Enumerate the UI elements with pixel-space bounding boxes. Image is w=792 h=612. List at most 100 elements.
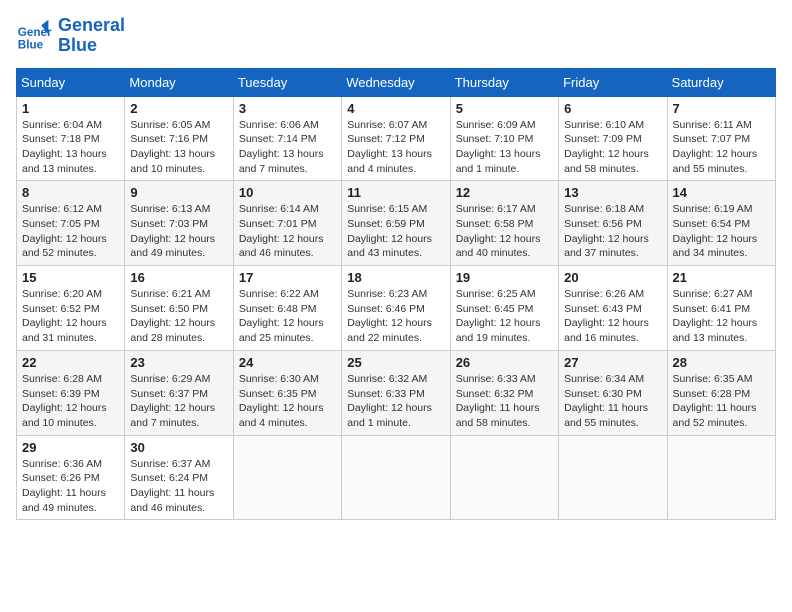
calendar-cell: 12 Sunrise: 6:17 AM Sunset: 6:58 PM Dayli… bbox=[450, 181, 558, 266]
day-info: Sunrise: 6:37 AM Sunset: 6:24 PM Dayligh… bbox=[130, 457, 227, 516]
calendar-cell: 14 Sunrise: 6:19 AM Sunset: 6:54 PM Dayli… bbox=[667, 181, 775, 266]
day-info: Sunrise: 6:11 AM Sunset: 7:07 PM Dayligh… bbox=[673, 118, 770, 177]
calendar-cell: 20Sunrise: 6:26 AM Sunset: 6:43 PM Dayli… bbox=[559, 266, 667, 351]
calendar-week-4: 22 Sunrise: 6:28 AM Sunset: 6:39 PM Dayli… bbox=[17, 350, 776, 435]
calendar-cell: 24Sunrise: 6:30 AM Sunset: 6:35 PM Dayli… bbox=[233, 350, 341, 435]
day-info: Sunrise: 6:04 AM Sunset: 7:18 PM Dayligh… bbox=[22, 118, 119, 177]
day-number: 22 bbox=[22, 355, 119, 370]
calendar-cell: 4 Sunrise: 6:07 AM Sunset: 7:12 PM Daylig… bbox=[342, 96, 450, 181]
day-info: Sunrise: 6:05 AM Sunset: 7:16 PM Dayligh… bbox=[130, 118, 227, 177]
day-info: Sunrise: 6:19 AM Sunset: 6:54 PM Dayligh… bbox=[673, 202, 770, 261]
calendar-cell: 30 Sunrise: 6:37 AM Sunset: 6:24 PM Dayli… bbox=[125, 435, 233, 520]
day-info: Sunrise: 6:29 AM Sunset: 6:37 PM Dayligh… bbox=[130, 372, 227, 431]
day-number: 27 bbox=[564, 355, 661, 370]
day-info: Sunrise: 6:35 AM Sunset: 6:28 PM Dayligh… bbox=[673, 372, 770, 431]
day-info: Sunrise: 6:21 AM Sunset: 6:50 PM Dayligh… bbox=[130, 287, 227, 346]
calendar-cell: 28 Sunrise: 6:35 AM Sunset: 6:28 PM Dayli… bbox=[667, 350, 775, 435]
day-info: Sunrise: 6:25 AM Sunset: 6:45 PM Dayligh… bbox=[456, 287, 553, 346]
day-number: 18 bbox=[347, 270, 444, 285]
day-number: 11 bbox=[347, 185, 444, 200]
day-info: Sunrise: 6:09 AM Sunset: 7:10 PM Dayligh… bbox=[456, 118, 553, 177]
day-number: 23 bbox=[130, 355, 227, 370]
calendar-cell: 7 Sunrise: 6:11 AM Sunset: 7:07 PM Daylig… bbox=[667, 96, 775, 181]
calendar-cell: 18Sunrise: 6:23 AM Sunset: 6:46 PM Dayli… bbox=[342, 266, 450, 351]
day-number: 1 bbox=[22, 101, 119, 116]
day-info: Sunrise: 6:26 AM Sunset: 6:43 PM Dayligh… bbox=[564, 287, 661, 346]
day-number: 14 bbox=[673, 185, 770, 200]
day-number: 17 bbox=[239, 270, 336, 285]
calendar-cell: 5 Sunrise: 6:09 AM Sunset: 7:10 PM Daylig… bbox=[450, 96, 558, 181]
calendar-cell: 16 Sunrise: 6:21 AM Sunset: 6:50 PM Dayli… bbox=[125, 266, 233, 351]
day-info: Sunrise: 6:32 AM Sunset: 6:33 PM Dayligh… bbox=[347, 372, 444, 431]
day-number: 2 bbox=[130, 101, 227, 116]
calendar-cell: 10 Sunrise: 6:14 AM Sunset: 7:01 PM Dayli… bbox=[233, 181, 341, 266]
day-number: 9 bbox=[130, 185, 227, 200]
day-info: Sunrise: 6:12 AM Sunset: 7:05 PM Dayligh… bbox=[22, 202, 119, 261]
day-info: Sunrise: 6:36 AM Sunset: 6:26 PM Dayligh… bbox=[22, 457, 119, 516]
calendar-week-2: 8 Sunrise: 6:12 AM Sunset: 7:05 PM Daylig… bbox=[17, 181, 776, 266]
calendar-cell: 1 Sunrise: 6:04 AM Sunset: 7:18 PM Daylig… bbox=[17, 96, 125, 181]
col-header-friday: Friday bbox=[559, 68, 667, 96]
day-number: 26 bbox=[456, 355, 553, 370]
calendar-header: SundayMondayTuesdayWednesdayThursdayFrid… bbox=[17, 68, 776, 96]
calendar-cell: 15 Sunrise: 6:20 AM Sunset: 6:52 PM Dayli… bbox=[17, 266, 125, 351]
calendar-cell: 25Sunrise: 6:32 AM Sunset: 6:33 PM Dayli… bbox=[342, 350, 450, 435]
day-info: Sunrise: 6:15 AM Sunset: 6:59 PM Dayligh… bbox=[347, 202, 444, 261]
calendar-cell: 17Sunrise: 6:22 AM Sunset: 6:48 PM Dayli… bbox=[233, 266, 341, 351]
day-number: 28 bbox=[673, 355, 770, 370]
calendar-cell: 19 Sunrise: 6:25 AM Sunset: 6:45 PM Dayli… bbox=[450, 266, 558, 351]
col-header-thursday: Thursday bbox=[450, 68, 558, 96]
calendar-cell: 8 Sunrise: 6:12 AM Sunset: 7:05 PM Daylig… bbox=[17, 181, 125, 266]
calendar-cell bbox=[342, 435, 450, 520]
day-number: 8 bbox=[22, 185, 119, 200]
calendar-cell bbox=[667, 435, 775, 520]
col-header-monday: Monday bbox=[125, 68, 233, 96]
page-header: General Blue General Blue bbox=[16, 16, 776, 56]
day-number: 6 bbox=[564, 101, 661, 116]
day-info: Sunrise: 6:20 AM Sunset: 6:52 PM Dayligh… bbox=[22, 287, 119, 346]
day-number: 30 bbox=[130, 440, 227, 455]
day-number: 21 bbox=[673, 270, 770, 285]
calendar-cell: 3Sunrise: 6:06 AM Sunset: 7:14 PM Daylig… bbox=[233, 96, 341, 181]
col-header-tuesday: Tuesday bbox=[233, 68, 341, 96]
calendar-cell bbox=[559, 435, 667, 520]
day-number: 16 bbox=[130, 270, 227, 285]
col-header-wednesday: Wednesday bbox=[342, 68, 450, 96]
day-number: 4 bbox=[347, 101, 444, 116]
calendar-cell: 2 Sunrise: 6:05 AM Sunset: 7:16 PM Daylig… bbox=[125, 96, 233, 181]
day-info: Sunrise: 6:14 AM Sunset: 7:01 PM Dayligh… bbox=[239, 202, 336, 261]
logo-icon: General Blue bbox=[16, 18, 52, 54]
calendar-cell: 29 Sunrise: 6:36 AM Sunset: 6:26 PM Dayli… bbox=[17, 435, 125, 520]
day-number: 12 bbox=[456, 185, 553, 200]
day-number: 15 bbox=[22, 270, 119, 285]
calendar-cell bbox=[233, 435, 341, 520]
day-info: Sunrise: 6:27 AM Sunset: 6:41 PM Dayligh… bbox=[673, 287, 770, 346]
day-info: Sunrise: 6:07 AM Sunset: 7:12 PM Dayligh… bbox=[347, 118, 444, 177]
calendar-cell bbox=[450, 435, 558, 520]
calendar-cell: 26 Sunrise: 6:33 AM Sunset: 6:32 PM Dayli… bbox=[450, 350, 558, 435]
day-number: 29 bbox=[22, 440, 119, 455]
col-header-sunday: Sunday bbox=[17, 68, 125, 96]
calendar-week-1: 1 Sunrise: 6:04 AM Sunset: 7:18 PM Daylig… bbox=[17, 96, 776, 181]
calendar-cell: 11 Sunrise: 6:15 AM Sunset: 6:59 PM Dayli… bbox=[342, 181, 450, 266]
calendar-table: SundayMondayTuesdayWednesdayThursdayFrid… bbox=[16, 68, 776, 521]
calendar-week-3: 15 Sunrise: 6:20 AM Sunset: 6:52 PM Dayli… bbox=[17, 266, 776, 351]
day-info: Sunrise: 6:33 AM Sunset: 6:32 PM Dayligh… bbox=[456, 372, 553, 431]
calendar-body: 1 Sunrise: 6:04 AM Sunset: 7:18 PM Daylig… bbox=[17, 96, 776, 520]
day-info: Sunrise: 6:06 AM Sunset: 7:14 PM Dayligh… bbox=[239, 118, 336, 177]
day-number: 19 bbox=[456, 270, 553, 285]
day-info: Sunrise: 6:17 AM Sunset: 6:58 PM Dayligh… bbox=[456, 202, 553, 261]
calendar-cell: 23 Sunrise: 6:29 AM Sunset: 6:37 PM Dayli… bbox=[125, 350, 233, 435]
calendar-cell: 22 Sunrise: 6:28 AM Sunset: 6:39 PM Dayli… bbox=[17, 350, 125, 435]
day-info: Sunrise: 6:28 AM Sunset: 6:39 PM Dayligh… bbox=[22, 372, 119, 431]
calendar-cell: 21 Sunrise: 6:27 AM Sunset: 6:41 PM Dayli… bbox=[667, 266, 775, 351]
calendar-cell: 6Sunrise: 6:10 AM Sunset: 7:09 PM Daylig… bbox=[559, 96, 667, 181]
day-number: 5 bbox=[456, 101, 553, 116]
day-info: Sunrise: 6:18 AM Sunset: 6:56 PM Dayligh… bbox=[564, 202, 661, 261]
day-number: 10 bbox=[239, 185, 336, 200]
calendar-cell: 9Sunrise: 6:13 AM Sunset: 7:03 PM Daylig… bbox=[125, 181, 233, 266]
logo: General Blue General Blue bbox=[16, 16, 125, 56]
day-number: 7 bbox=[673, 101, 770, 116]
day-number: 13 bbox=[564, 185, 661, 200]
day-info: Sunrise: 6:34 AM Sunset: 6:30 PM Dayligh… bbox=[564, 372, 661, 431]
